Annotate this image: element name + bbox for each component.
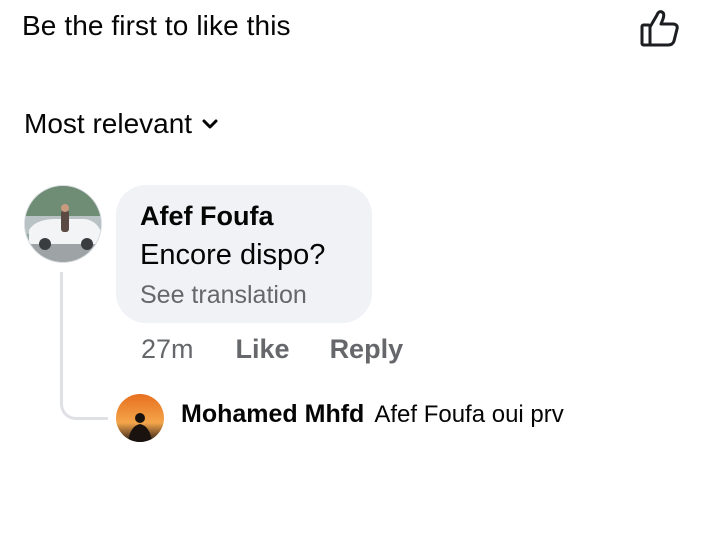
sort-dropdown[interactable]: Most relevant xyxy=(24,108,218,140)
reply-author[interactable]: Mohamed Mhfd xyxy=(181,400,364,429)
thumbs-up-icon xyxy=(640,10,679,47)
sort-label: Most relevant xyxy=(24,108,193,139)
comment-like-button[interactable]: Like xyxy=(236,334,290,365)
comment-reply-button[interactable]: Reply xyxy=(330,334,404,365)
reply-comment: Mohamed Mhfd Afef Foufa oui prv xyxy=(181,400,564,429)
thread-connector xyxy=(60,272,108,420)
comment-timestamp: 27m xyxy=(141,334,194,364)
avatar[interactable] xyxy=(24,185,102,263)
reply-avatar[interactable] xyxy=(116,394,164,442)
like-post-button[interactable] xyxy=(636,6,684,50)
see-translation-link[interactable]: See translation xyxy=(140,277,348,313)
comment-author[interactable]: Afef Foufa xyxy=(140,199,348,233)
comment-bubble[interactable]: Afef Foufa Encore dispo? See translation xyxy=(116,185,372,323)
reactions-summary: Be the first to like this xyxy=(22,10,291,41)
chevron-down-icon xyxy=(202,119,218,129)
comment-actions: 27m Like Reply xyxy=(141,334,403,365)
reply-text: Afef Foufa oui prv xyxy=(374,401,564,428)
comment-text: Encore dispo? xyxy=(140,239,326,271)
